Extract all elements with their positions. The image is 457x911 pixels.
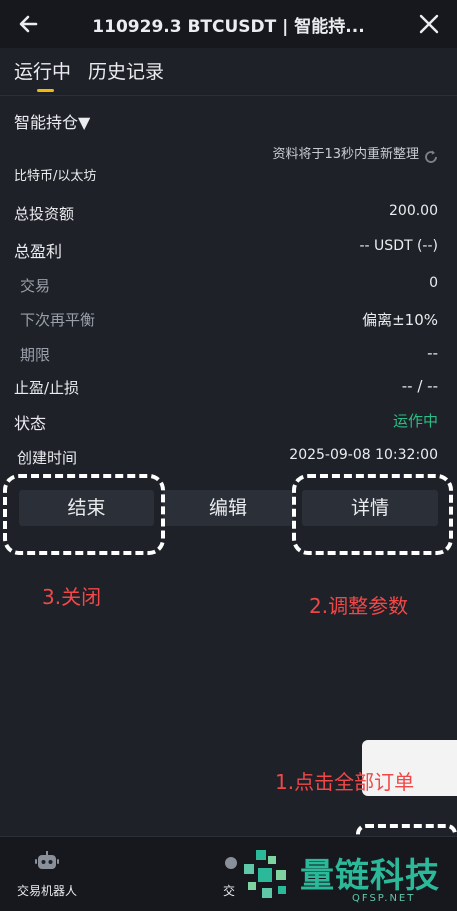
section-header: 智能持仓▼ (0, 109, 457, 133)
tab-running[interactable]: 运行中 (14, 57, 71, 84)
details-button[interactable]: 详情 (302, 490, 438, 526)
refresh-notice: 资料将于13秒内重新整理 (272, 147, 419, 162)
top-bar: 110929.3 BTCUSDT | 智能持... (0, 0, 457, 48)
status-row: 状态 运作中 (0, 410, 457, 434)
back-arrow-icon[interactable] (14, 10, 46, 38)
edit-button[interactable]: 编辑 (163, 490, 293, 526)
next-rebalance-label: 下次再平衡 (20, 311, 96, 329)
refresh-row: 资料将于13秒内重新整理 (0, 143, 457, 167)
total-profit-value: -- USDT (--) (359, 238, 439, 254)
close-icon[interactable] (415, 10, 443, 38)
tp-sl-row: 止盈/止损 -- / -- (0, 377, 457, 401)
tp-sl-value: -- / -- (401, 377, 438, 395)
all-orders-annotation: 1.点击全部订单 (275, 770, 415, 794)
watermark-text: 量链科技 (300, 856, 440, 896)
robot-icon (35, 851, 59, 869)
total-investment-label: 总投资额 (14, 205, 75, 223)
created-time-row: 创建时间 2025-09-08 10:32:00 (0, 447, 457, 471)
end-button[interactable]: 结束 (19, 490, 154, 526)
nav-trading-bot[interactable]: 交易机器人 (12, 849, 82, 899)
adjust-annotation: 2.调整参数 (309, 594, 409, 618)
term-row: 期限 -- (0, 344, 457, 368)
next-rebalance-row: 下次再平衡 偏离±10% (0, 309, 457, 333)
tab-history[interactable]: 历史记录 (88, 57, 164, 84)
created-time-value: 2025-09-08 10:32:00 (289, 447, 438, 463)
created-time-label: 创建时间 (17, 449, 78, 467)
page-title: 110929.3 BTCUSDT | 智能持... (92, 17, 365, 37)
pair-row: 比特币/以太坊 (0, 165, 457, 189)
term-value: -- (427, 344, 438, 362)
total-profit-label: 总盈利 (14, 242, 63, 261)
close-annotation: 3.关闭 (42, 585, 102, 609)
total-profit-row: 总盈利 -- USDT (--) (0, 238, 457, 262)
strategy-dropdown[interactable]: 智能持仓▼ (14, 109, 90, 133)
tab-bar: 运行中 历史记录 (0, 48, 457, 96)
watermark-logo-icon (244, 850, 286, 898)
total-investment-value: 200.00 (389, 203, 438, 219)
pair-label: 比特币/以太坊 (14, 169, 97, 184)
nav-trading-bot-label: 交易机器人 (16, 884, 77, 898)
status-label: 状态 (14, 414, 47, 433)
refresh-icon[interactable] (423, 149, 439, 165)
trades-label: 交易 (20, 277, 51, 295)
trades-value: 0 (429, 275, 438, 291)
watermark-sub: QFSP.NET (352, 893, 416, 904)
tp-sl-label: 止盈/止损 (14, 379, 80, 397)
total-investment-row: 总投资额 200.00 (0, 203, 457, 227)
term-label: 期限 (20, 346, 51, 364)
trades-row: 交易 0 (0, 275, 457, 299)
active-tab-indicator (37, 89, 54, 92)
next-rebalance-value: 偏离±10% (362, 311, 438, 329)
status-value: 运作中 (392, 412, 438, 430)
